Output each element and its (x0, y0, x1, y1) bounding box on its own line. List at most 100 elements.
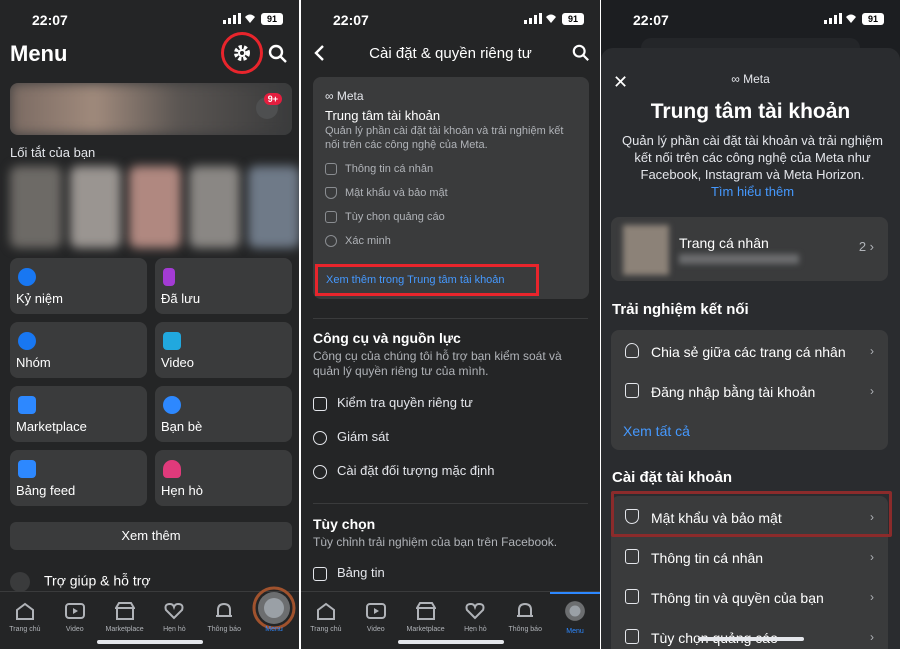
profile-card[interactable]: 9+ (10, 83, 292, 135)
card-row-label: Mật khẩu và bảo mật (345, 187, 448, 199)
share-profiles-item[interactable]: Chia sẻ giữa các trang cá nhân › (611, 330, 888, 370)
tile-dating[interactable]: Hẹn hò (155, 450, 292, 506)
tile-label: Hẹn hò (161, 483, 203, 498)
shortcut-item[interactable] (10, 166, 62, 248)
ad-icon (325, 211, 337, 224)
tools-section-desc: Công cụ của chúng tôi hỗ trợ bạn kiểm so… (313, 349, 562, 378)
privacy-checkup-item[interactable]: Kiểm tra quyền riêng tư (313, 395, 473, 411)
page-title: Menu (10, 41, 68, 66)
tab-home[interactable]: Trang chủ (301, 592, 351, 649)
item-label: Thông tin và quyền của bạn (651, 590, 824, 606)
signal-icon (824, 13, 842, 24)
store-icon (114, 602, 135, 620)
description-text: Quản lý phần cài đặt tài khoản và trải n… (622, 133, 883, 182)
tile-label: Đã lưu (161, 291, 201, 306)
tile-friends[interactable]: Bạn bè (155, 386, 292, 442)
ad-preferences-item[interactable]: Tùy chọn quảng cáo› (611, 616, 888, 649)
tab-menu[interactable]: Menu (550, 592, 600, 649)
count-value: 2 (858, 239, 867, 254)
tab-video[interactable]: Video (351, 592, 401, 649)
shortcut-item[interactable] (188, 166, 241, 248)
question-icon (10, 572, 30, 592)
tab-home[interactable]: Trang chủ (0, 592, 50, 649)
tab-label: Hẹn hò (464, 626, 487, 633)
item-label: Giám sát (337, 429, 390, 444)
page-title: Cài đặt & quyền riêng tư (369, 45, 532, 62)
tab-label: Trang chủ (310, 626, 342, 633)
gear-icon (313, 464, 327, 479)
news-feed-item[interactable]: Bảng tin (313, 565, 385, 581)
card-title: Trung tâm tài khoản (325, 108, 441, 123)
see-more-accounts-center-link[interactable]: Xem thêm trong Trung tâm tài khoản (315, 264, 539, 296)
search-icon[interactable] (572, 44, 590, 62)
tab-notifications[interactable]: Thông báo (500, 592, 550, 649)
heart-icon (163, 460, 181, 478)
login-icon (625, 383, 639, 398)
bell-icon (517, 602, 534, 617)
account-settings-title: Cài đặt tài khoản (612, 469, 733, 486)
menu-tiles-grid: Kỷ niệm Đã lưu Nhóm Video Marketplace Bạ… (10, 258, 292, 506)
signal-icon (524, 13, 542, 24)
personal-info-item[interactable]: Thông tin cá nhân › (611, 536, 888, 576)
home-indicator (397, 640, 504, 644)
page-title: Trung tâm tài khoản (650, 100, 851, 123)
supervision-item[interactable]: Giám sát (313, 429, 389, 445)
tile-memories[interactable]: Kỷ niệm (10, 258, 147, 314)
shortcut-item[interactable] (69, 166, 122, 248)
tile-label: Bảng feed (16, 483, 76, 498)
notification-badge: 9+ (263, 93, 282, 105)
battery-indicator: 91 (862, 13, 884, 25)
avatar (623, 225, 669, 275)
page-description: Quản lý phần cài đặt tài khoản và trải n… (615, 132, 890, 200)
tile-saved[interactable]: Đã lưu (155, 258, 292, 314)
tile-groups[interactable]: Nhóm (10, 322, 147, 378)
tab-label: Video (366, 626, 385, 633)
accounts-center-sheet: ✕ ∞ Meta Trung tâm tài khoản Quản lý phầ… (601, 48, 900, 649)
avatar-icon (565, 601, 585, 621)
tile-marketplace[interactable]: Marketplace (10, 386, 147, 442)
tab-video[interactable]: Video (50, 592, 100, 649)
card-row: Xác minh (325, 235, 391, 248)
learn-more-link[interactable]: Tìm hiểu thêm (711, 184, 794, 199)
tab-label: Trang chủ (9, 626, 41, 633)
megaphone-icon (625, 629, 639, 644)
card-description: Quản lý phần cài đặt tài khoản và trải n… (325, 125, 564, 151)
status-bar: 22:07 91 (0, 0, 299, 40)
see-more-button[interactable]: Xem thêm (10, 522, 292, 550)
menu-screen: 22:07 91 Menu 9+ Lối tắt của bạn Kỷ niệm… (0, 0, 299, 649)
shortcut-item[interactable] (248, 166, 299, 248)
tab-label: Thông báo (508, 626, 542, 633)
profile-row[interactable]: Trang cá nhân 2 › (611, 217, 888, 281)
connected-list: Chia sẻ giữa các trang cá nhân › Đăng nhậ… (611, 330, 888, 450)
item-label: Bảng tin (337, 565, 385, 580)
help-support-row[interactable]: Trợ giúp & hỗ trợ (10, 572, 151, 592)
wifi-icon (546, 14, 556, 23)
item-label: Đăng nhập bằng tài khoản (651, 384, 816, 400)
tab-label: Menu (265, 626, 283, 633)
item-label: Thông tin cá nhân (651, 550, 764, 566)
profile-label: Trang cá nhân (679, 235, 769, 251)
tab-label: Menu (566, 628, 584, 635)
your-info-permissions-item[interactable]: Thông tin và quyền của bạn › (611, 576, 888, 616)
video-icon (365, 603, 386, 619)
options-section-desc: Tùy chỉnh trải nghiệm của bạn trên Faceb… (313, 535, 558, 549)
signal-icon (223, 13, 241, 24)
chevron-right-icon: › (870, 630, 874, 644)
card-row-label: Thông tin cá nhân (345, 163, 434, 175)
check-circle-icon (325, 235, 337, 248)
login-with-account-item[interactable]: Đăng nhập bằng tài khoản › (611, 370, 888, 410)
tile-feed[interactable]: Bảng feed (10, 450, 147, 506)
search-icon[interactable] (268, 44, 288, 64)
shortcuts-title: Lối tắt của bạn (10, 145, 96, 160)
tab-menu[interactable]: Menu (249, 586, 299, 649)
shortcut-item[interactable] (129, 166, 181, 248)
settings-button[interactable] (221, 32, 263, 74)
gear-icon (234, 45, 250, 61)
see-all-link[interactable]: Xem tất cả (611, 410, 888, 450)
tab-notifications[interactable]: Thông báo (199, 592, 249, 649)
heart-icon (465, 602, 485, 620)
item-label: Chia sẻ giữa các trang cá nhân (651, 344, 846, 360)
tile-video[interactable]: Video (155, 322, 292, 378)
profile-blurred-image (10, 83, 292, 135)
default-audience-item[interactable]: Cài đặt đối tượng mặc định (313, 463, 494, 479)
